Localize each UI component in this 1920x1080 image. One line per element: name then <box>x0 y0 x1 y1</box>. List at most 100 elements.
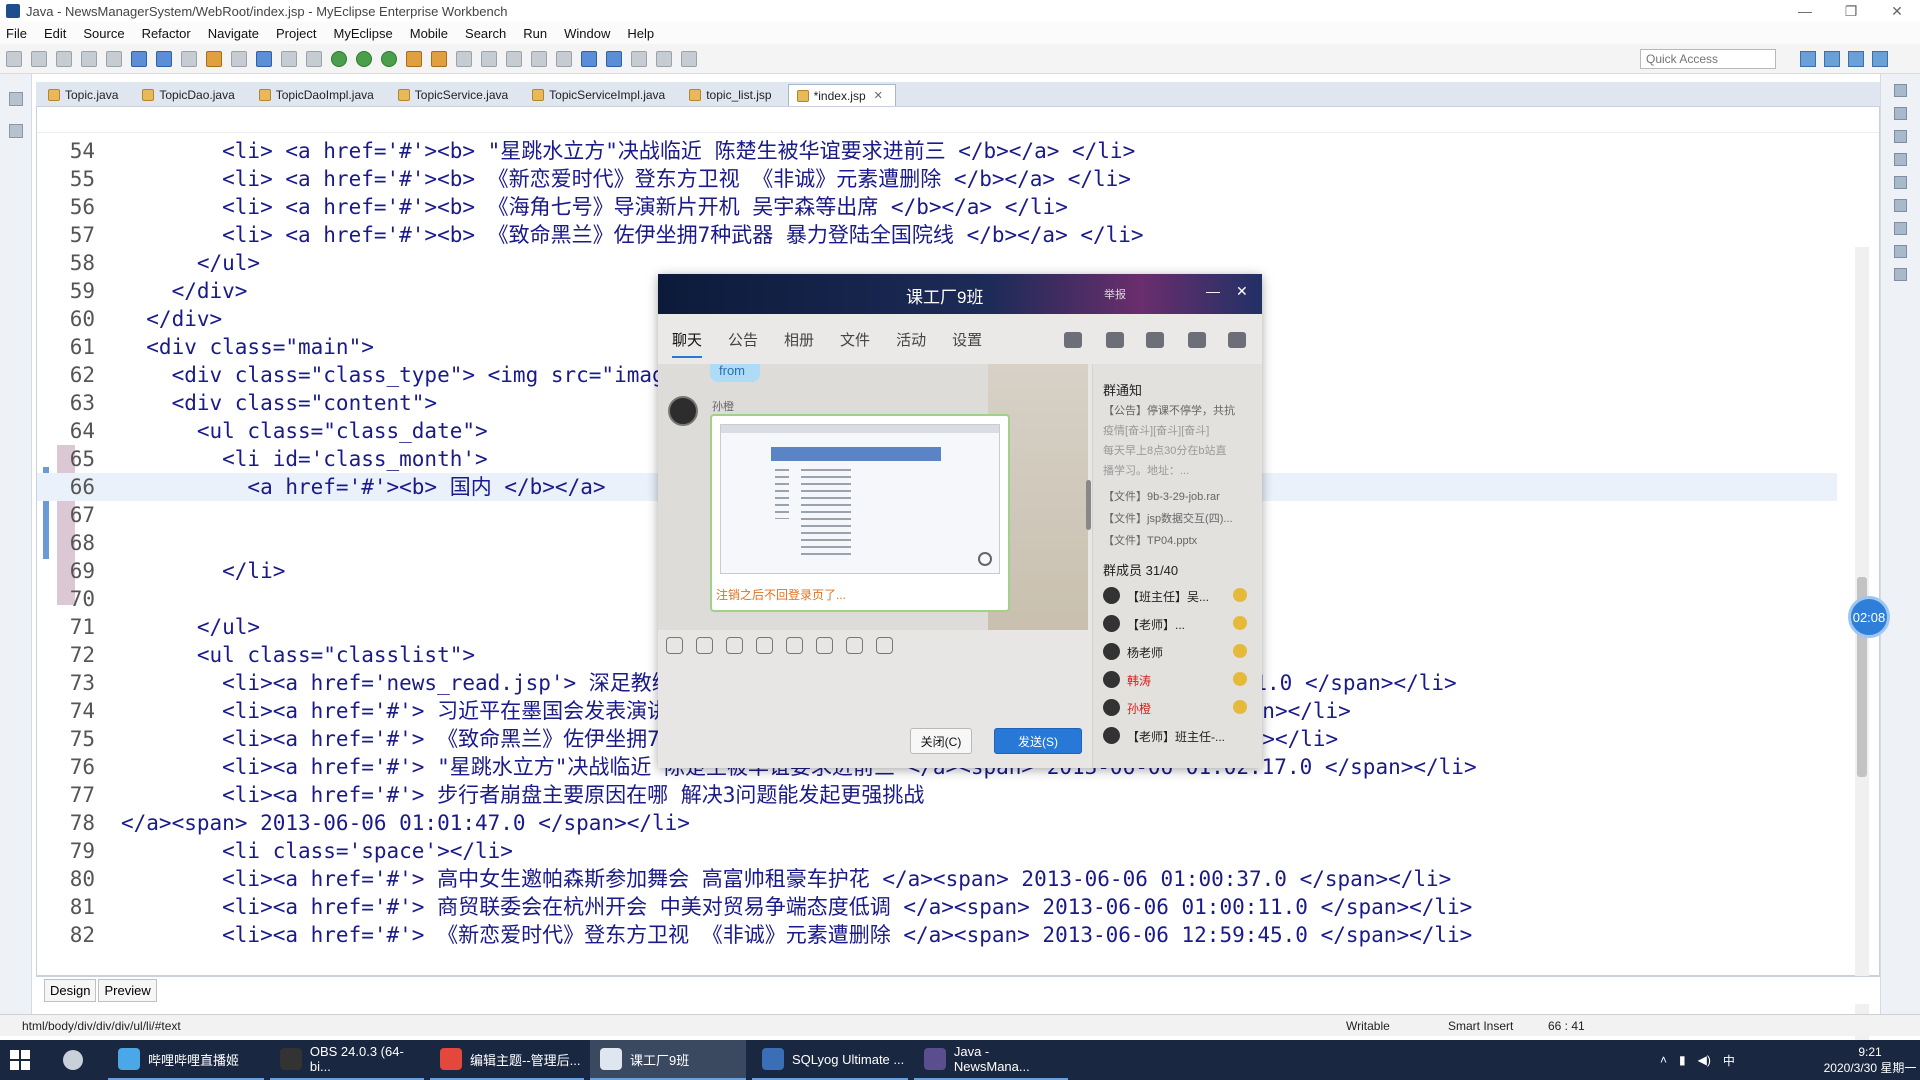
print-icon[interactable] <box>106 50 122 67</box>
debug-perspective-icon[interactable] <box>1872 51 1888 67</box>
ime-indicator[interactable]: 中 <box>1723 1052 1735 1069</box>
notice-line[interactable]: 疫情[奋斗][奋斗][奋斗] <box>1103 422 1253 438</box>
folder-icon[interactable] <box>756 636 773 654</box>
close-button[interactable]: 关闭(C) <box>910 728 972 754</box>
properties-view-icon[interactable] <box>1894 107 1907 120</box>
qq-minimize-icon[interactable]: — <box>1206 283 1220 299</box>
floating-timer[interactable]: 02:08 <box>1848 596 1890 638</box>
code-text[interactable]: </ul> <box>121 249 260 277</box>
new-icon[interactable] <box>6 50 22 67</box>
run-last-icon[interactable] <box>356 50 372 67</box>
tab-topicdaoimpl-java[interactable]: TopicDaoImpl.java <box>251 84 386 106</box>
menu-help[interactable]: Help <box>627 26 654 41</box>
save-icon[interactable] <box>56 50 72 67</box>
new-project-icon[interactable] <box>31 50 47 67</box>
menu-refactor[interactable]: Refactor <box>142 26 191 41</box>
cortana-icon[interactable] <box>63 1050 83 1070</box>
debug-icon[interactable] <box>306 50 322 67</box>
code-line[interactable]: 57 <li> <a href='#'><b> 《致命黑兰》佐伊坐拥7种武器 暴… <box>37 221 1837 249</box>
avatar[interactable] <box>668 396 698 426</box>
zoom-icon[interactable] <box>978 552 992 566</box>
deploy-icon[interactable] <box>131 50 147 67</box>
italic-icon[interactable] <box>681 50 697 67</box>
send-button[interactable]: 发送(S) <box>994 728 1082 754</box>
menu-mobile[interactable]: Mobile <box>410 26 448 41</box>
code-text[interactable]: </li> <box>121 557 285 585</box>
menu-source[interactable]: Source <box>83 26 124 41</box>
tasks-view-icon[interactable] <box>1894 245 1907 258</box>
preview-icon[interactable] <box>631 50 647 67</box>
bell-icon[interactable] <box>846 636 863 654</box>
code-line[interactable]: 54 <li> <a href='#'><b> "星跳水立方"决战临近 陈楚生被… <box>37 137 1837 165</box>
qq-tab-activity[interactable]: 活动 <box>896 329 926 350</box>
code-text[interactable]: <div class="content"> <box>121 389 438 417</box>
taskbar-app[interactable]: 编辑主题--管理后... <box>430 1040 584 1080</box>
taskbar-app[interactable]: 课工厂9班 <box>590 1040 746 1080</box>
menu-window[interactable]: Window <box>564 26 610 41</box>
code-text[interactable]: <li> <a href='#'><b> 《海角七号》导演新片开机 吴宇森等出席… <box>121 193 1068 221</box>
restore-view-icon[interactable] <box>8 92 23 106</box>
code-line[interactable]: 78 </a><span> 2013-06-06 01:01:47.0 </spa… <box>37 809 1837 837</box>
tab-topicservice-java[interactable]: TopicService.java <box>390 84 520 106</box>
image-message[interactable]: 注销之后不回登录页了... <box>710 414 1010 612</box>
member-item[interactable]: 【班主任】吴... <box>1103 586 1258 606</box>
close-tab-icon[interactable]: ✕ <box>874 89 883 102</box>
scissors-icon[interactable] <box>726 636 743 654</box>
emoji-icon[interactable] <box>666 636 683 654</box>
code-text[interactable]: </div> <box>121 277 248 305</box>
file-item[interactable]: 【文件】9b-3-29-job.rar <box>1103 488 1253 504</box>
more-options-icon[interactable] <box>876 636 893 654</box>
code-line[interactable]: 79 <li class='space'></li> <box>37 837 1837 865</box>
code-text[interactable]: </a><span> 2013-06-06 01:01:47.0 </span>… <box>121 809 690 837</box>
member-item[interactable]: 【老师】班主任-... <box>1103 726 1258 746</box>
code-text[interactable]: <ul class="class_date"> <box>121 417 488 445</box>
db-browser-icon[interactable] <box>256 50 272 67</box>
windows-start-icon[interactable] <box>10 1050 30 1070</box>
forward-icon[interactable] <box>531 50 547 67</box>
code-line[interactable]: 55 <li> <a href='#'><b> 《新恋爱时代》登东方卫视 《非诚… <box>37 165 1837 193</box>
add-app-icon[interactable] <box>1188 332 1206 348</box>
bold-icon[interactable] <box>656 50 672 67</box>
code-line[interactable]: 77 <li><a href='#'> 步行者崩盘主要原因在哪 解决3问题能发起… <box>37 781 1837 809</box>
qq-tab-album[interactable]: 相册 <box>784 329 814 350</box>
close-window-button[interactable]: ✕ <box>1874 0 1920 22</box>
menu-navigate[interactable]: Navigate <box>208 26 259 41</box>
menu-project[interactable]: Project <box>276 26 316 41</box>
pin-editor-icon[interactable] <box>556 50 572 67</box>
notice-line[interactable]: 每天早上8点30分在b站直 <box>1103 442 1253 458</box>
menu-file[interactable]: File <box>6 26 27 41</box>
tab-preview[interactable]: Preview <box>98 979 157 1002</box>
code-line[interactable]: 82 <li><a href='#'> 《新恋爱时代》登东方卫视 《非诚》元素遭… <box>37 921 1837 949</box>
notice-line[interactable]: 【公告】停课不停学，共抗 <box>1103 402 1253 418</box>
web-browser-icon[interactable] <box>231 50 247 67</box>
volume-icon[interactable]: ◀) <box>1698 1053 1711 1067</box>
server-icon[interactable] <box>156 50 172 67</box>
open-type-icon[interactable] <box>181 50 197 67</box>
qq-tab-settings[interactable]: 设置 <box>952 329 982 350</box>
annotation-icon[interactable] <box>456 50 472 67</box>
taskbar-app[interactable]: SQLyog Ultimate ... <box>752 1040 908 1080</box>
servers-view-icon[interactable] <box>1894 153 1907 166</box>
quick-access-input[interactable] <box>1640 49 1776 69</box>
java-perspective-icon[interactable] <box>1824 51 1840 67</box>
menu-run[interactable]: Run <box>523 26 547 41</box>
taskbar-app[interactable]: Java - NewsMana... <box>914 1040 1068 1080</box>
code-text[interactable]: </div> <box>121 305 222 333</box>
qq-tab-announcement[interactable]: 公告 <box>728 329 758 350</box>
code-line[interactable]: 56 <li> <a href='#'><b> 《海角七号》导演新片开机 吴宇森… <box>37 193 1837 221</box>
image-icon[interactable] <box>816 636 833 654</box>
console-view-icon[interactable] <box>1894 176 1907 189</box>
menu-myeclipse[interactable]: MyEclipse <box>333 26 392 41</box>
file-item[interactable]: 【文件】jsp数据交互(四)... <box>1103 510 1253 526</box>
file-item[interactable]: 【文件】TP04.pptx <box>1103 532 1253 548</box>
search-view-icon[interactable] <box>1894 268 1907 281</box>
package-icon[interactable] <box>206 50 222 67</box>
next-annotation-icon[interactable] <box>481 50 497 67</box>
tab-topic-list-jsp[interactable]: topic_list.jsp <box>681 84 783 106</box>
code-text[interactable]: <li><a href='#'> 商贸联委会在杭州开会 中美对贸易争端态度低调 … <box>121 893 1472 921</box>
code-text[interactable]: <li><a href='#'> 《新恋爱时代》登东方卫视 《非诚》元素遭删除 … <box>121 921 1472 949</box>
package-explorer-icon[interactable] <box>8 124 23 138</box>
network-icon[interactable]: ▮ <box>1679 1053 1686 1067</box>
phone-icon[interactable] <box>1064 332 1082 348</box>
qq-tab-files[interactable]: 文件 <box>840 329 870 350</box>
